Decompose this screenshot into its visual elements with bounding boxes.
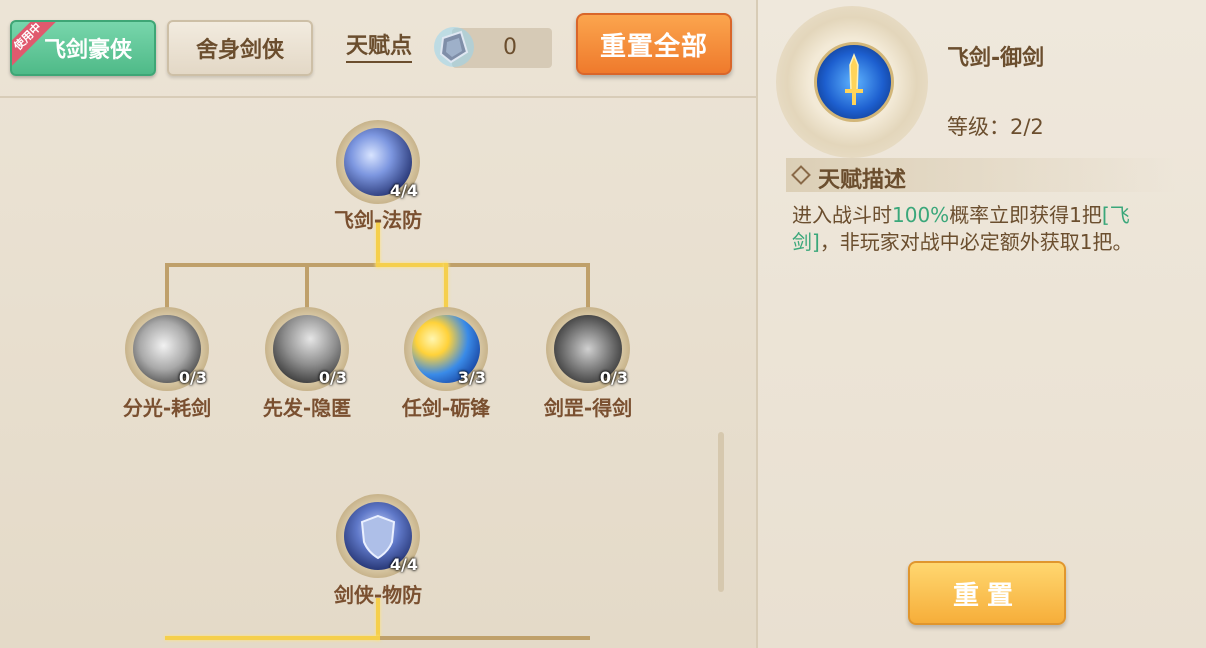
active-path-horizontal — [376, 263, 448, 267]
reset-all-button[interactable]: 重置全部 — [576, 13, 732, 75]
tree-branch-bottom-right — [380, 636, 590, 640]
reset-label: 重置 — [952, 580, 1021, 611]
node-label: 飞剑-法防 — [333, 208, 423, 232]
tree-branch-drop-2 — [305, 263, 309, 309]
active-path-drop-3 — [444, 263, 448, 309]
talent-node-swordsman-physical-defense[interactable]: 4/4 — [336, 494, 420, 578]
level-label: 等级： — [947, 115, 1010, 139]
tab-self-sacrifice-swordsman[interactable]: 舍身剑侠 — [167, 20, 313, 76]
talent-node-first-strike[interactable]: 0/3 — [265, 307, 349, 391]
talent-points-value: 0 — [503, 35, 517, 60]
node-label: 分光-耗剑 — [122, 396, 212, 420]
description-title: 天赋描述 — [818, 168, 907, 193]
reset-button[interactable]: 重置 — [908, 561, 1066, 625]
node-count: 0/3 — [318, 368, 347, 387]
skill-level: 等级：2/2 — [947, 111, 1044, 141]
description-text: 进入战斗时100%概率立即获得1把[飞剑]，非玩家对战中必定额外获取1把。 — [792, 202, 1172, 256]
talent-node-sword-sharpen[interactable]: 3/3 — [404, 307, 488, 391]
talent-node-split-light[interactable]: 0/3 — [125, 307, 209, 391]
talent-node-sword-aura[interactable]: 0/3 — [546, 307, 630, 391]
skill-name: 飞剑-御剑 — [947, 46, 1045, 71]
tree-branch-drop-4 — [586, 263, 590, 309]
flying-sword-icon — [814, 42, 894, 122]
tab-flying-sword-hero[interactable]: 使用中 飞剑豪侠 — [10, 20, 156, 76]
node-count: 4/4 — [389, 181, 418, 200]
node-label: 先发-隐匿 — [262, 396, 352, 420]
node-count: 0/3 — [178, 368, 207, 387]
node-count: 4/4 — [389, 555, 418, 574]
tab-label: 舍身剑侠 — [195, 38, 284, 63]
node-count: 3/3 — [457, 368, 486, 387]
desc-highlight-percent: 100% — [892, 203, 950, 227]
node-label: 任剑-砺锋 — [401, 396, 491, 420]
tab-label: 飞剑豪侠 — [43, 38, 132, 63]
node-label: 剑侠-物防 — [333, 583, 423, 607]
node-count: 0/3 — [599, 368, 628, 387]
talent-stone-icon — [434, 27, 474, 67]
tree-scrollbar[interactable] — [718, 432, 724, 592]
talent-node-sword-magic-defense[interactable]: 4/4 — [336, 120, 420, 204]
tree-branch-drop-1 — [165, 263, 169, 309]
talent-points-label[interactable]: 天赋点 — [346, 33, 413, 63]
level-value: 2/2 — [1010, 115, 1044, 139]
desc-part: 概率立即获得1把 — [949, 203, 1102, 227]
reset-all-label: 重置全部 — [599, 31, 708, 62]
node-label: 剑罡-得剑 — [543, 396, 633, 420]
active-path-bottom-left — [165, 636, 380, 640]
sword-glyph — [845, 52, 863, 105]
desc-part: 进入战斗时 — [792, 203, 892, 227]
desc-part: ，非玩家对战中必定额外获取1把。 — [819, 230, 1133, 254]
